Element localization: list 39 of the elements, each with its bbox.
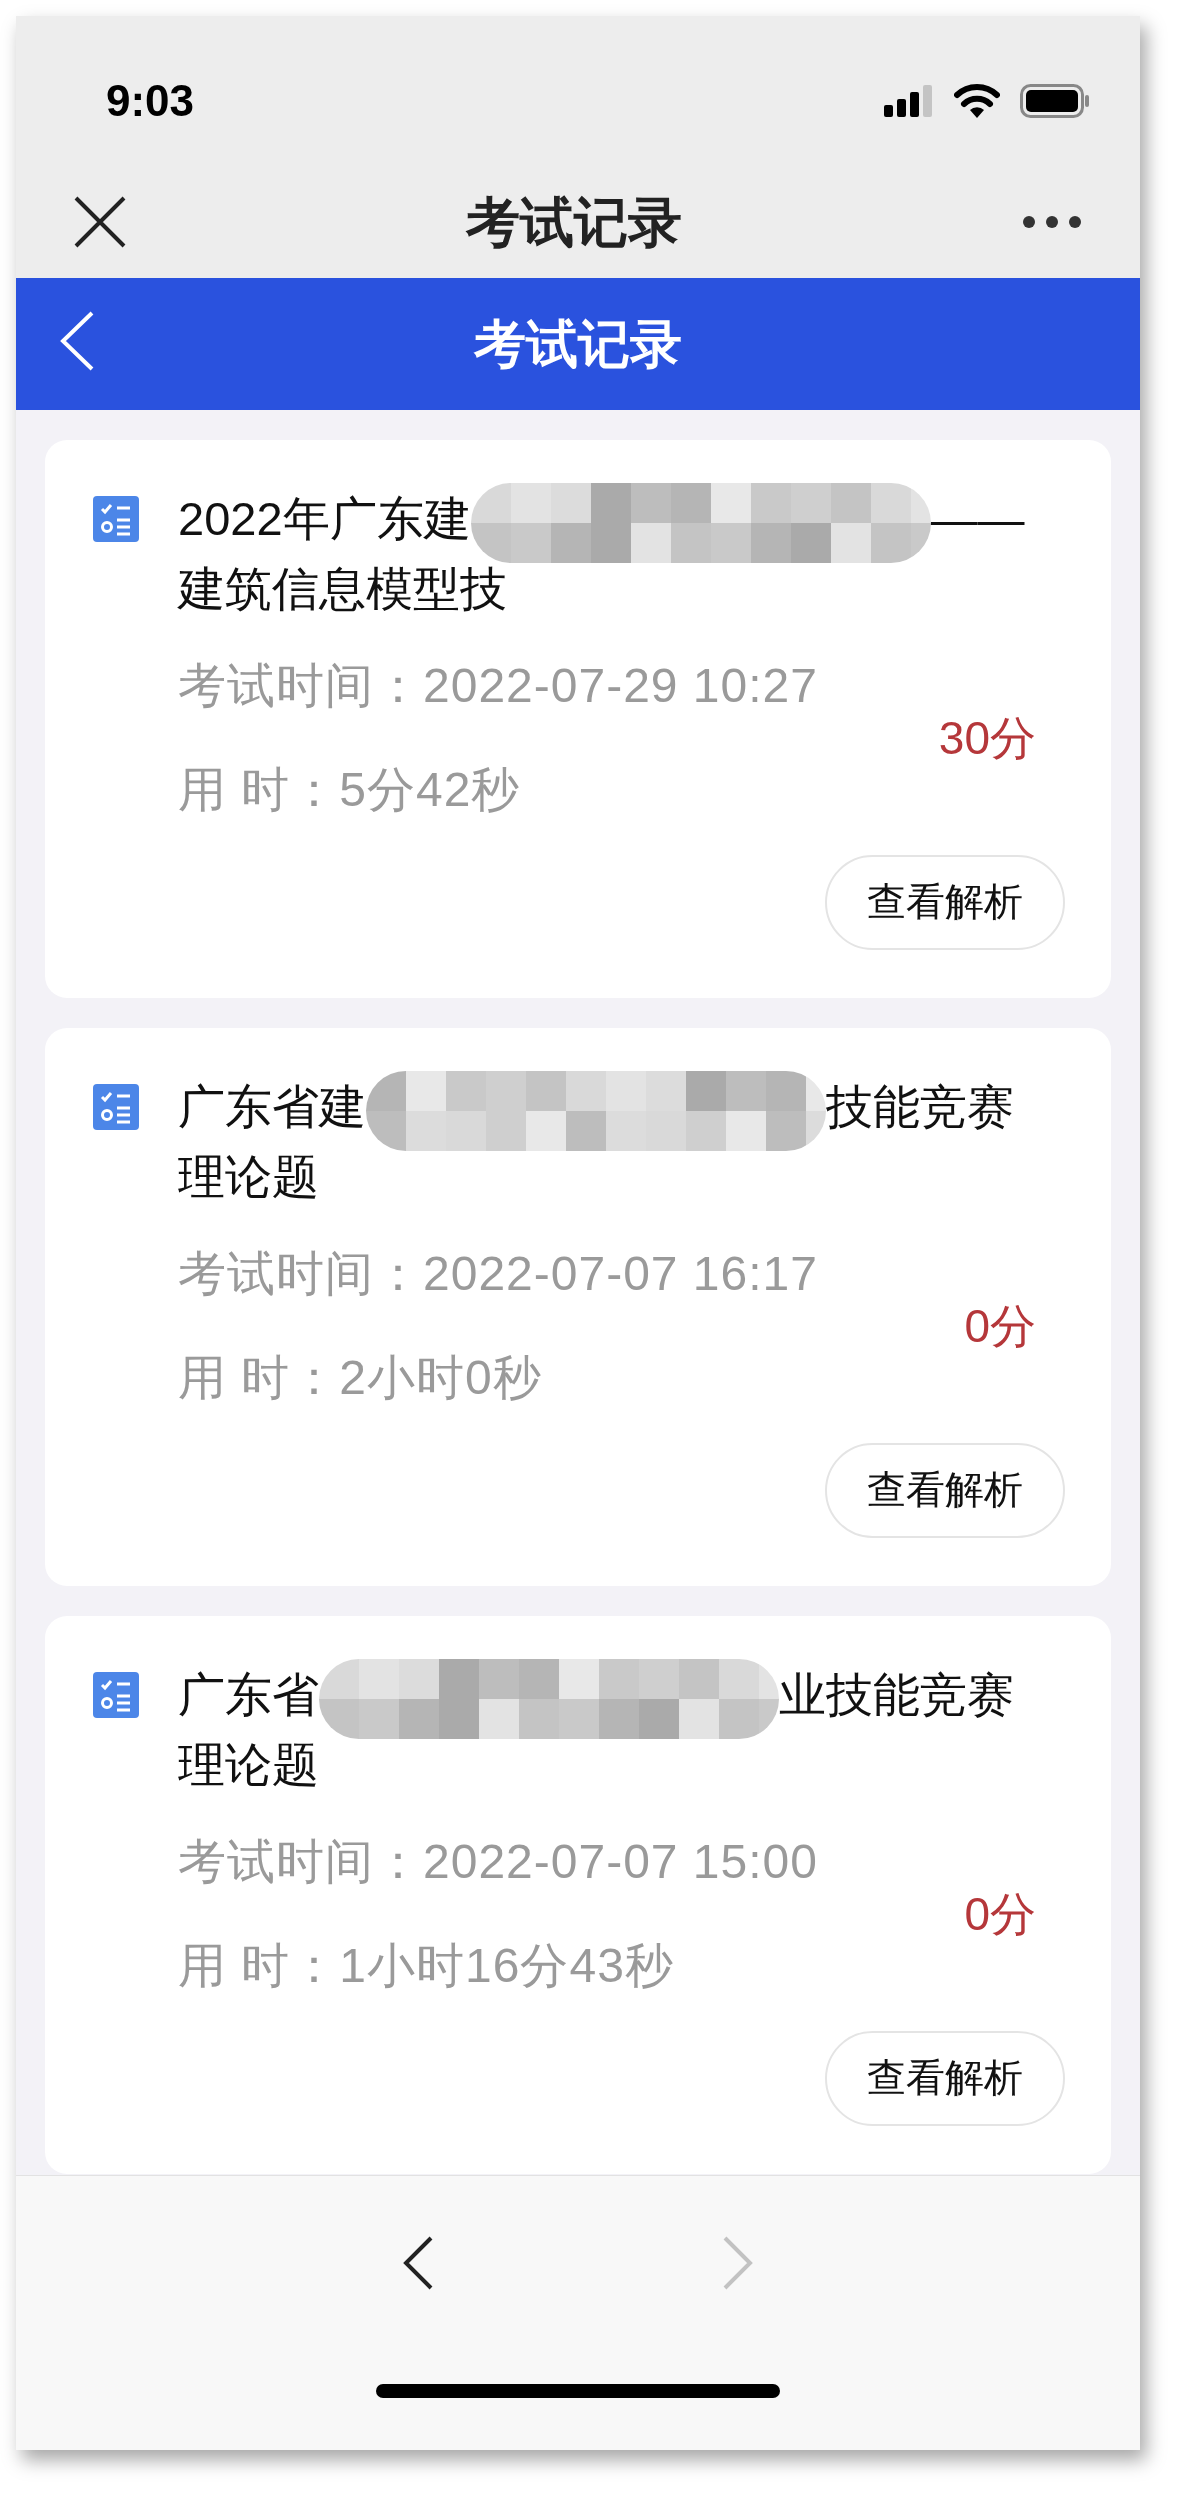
page-title: 考试记录 <box>466 190 682 254</box>
exam-time-label: 考试时间： <box>178 1247 423 1300</box>
exam-time: 2022-07-07 16:17 <box>423 1247 818 1300</box>
record-title: 广东省建 <box>178 1080 366 1133</box>
close-icon[interactable] <box>74 196 126 248</box>
header-title: 考试记录 <box>474 314 682 375</box>
view-analysis-button[interactable]: 查看解析 <box>825 2031 1065 2126</box>
duration: 2小时0秒 <box>339 1351 542 1404</box>
wifi-icon <box>954 84 1000 118</box>
duration: 1小时16分43秒 <box>339 1939 674 1992</box>
duration: 5分42秒 <box>339 763 521 816</box>
record-title: —— <box>930 492 1025 545</box>
checklist-icon <box>93 496 139 542</box>
score: 30分 <box>938 710 1037 766</box>
signal-icon <box>884 85 934 117</box>
record-title: 广东省 <box>178 1668 319 1721</box>
exam-time-label: 考试时间： <box>178 659 423 712</box>
back-icon[interactable] <box>60 311 94 371</box>
duration-label: 用 时： <box>178 1939 340 1992</box>
exam-time: 2022-07-07 15:00 <box>423 1835 818 1888</box>
score: 0分 <box>964 1886 1037 1942</box>
record-title: 技能竞赛 <box>826 1080 1014 1133</box>
checklist-icon <box>93 1084 139 1130</box>
exam-time-label: 考试时间： <box>178 1835 423 1888</box>
record-title: 理论题 <box>178 1150 319 1203</box>
record-title: 建筑信息模型技 <box>178 562 507 615</box>
more-icon[interactable] <box>1022 215 1082 229</box>
record-title: 理论题 <box>178 1738 319 1791</box>
score: 0分 <box>964 1298 1037 1354</box>
record-title: 2022年广东建 <box>178 492 471 545</box>
duration-label: 用 时： <box>178 763 340 816</box>
view-analysis-button[interactable]: 查看解析 <box>825 855 1065 950</box>
checklist-icon <box>93 1672 139 1718</box>
view-analysis-button[interactable]: 查看解析 <box>825 1443 1065 1538</box>
duration-label: 用 时： <box>178 1351 340 1404</box>
record-title: 业技能竞赛 <box>779 1668 1014 1721</box>
exam-time: 2022-07-29 10:27 <box>423 659 818 712</box>
status-time: 9:03 <box>106 75 195 127</box>
battery-icon <box>1020 84 1090 118</box>
